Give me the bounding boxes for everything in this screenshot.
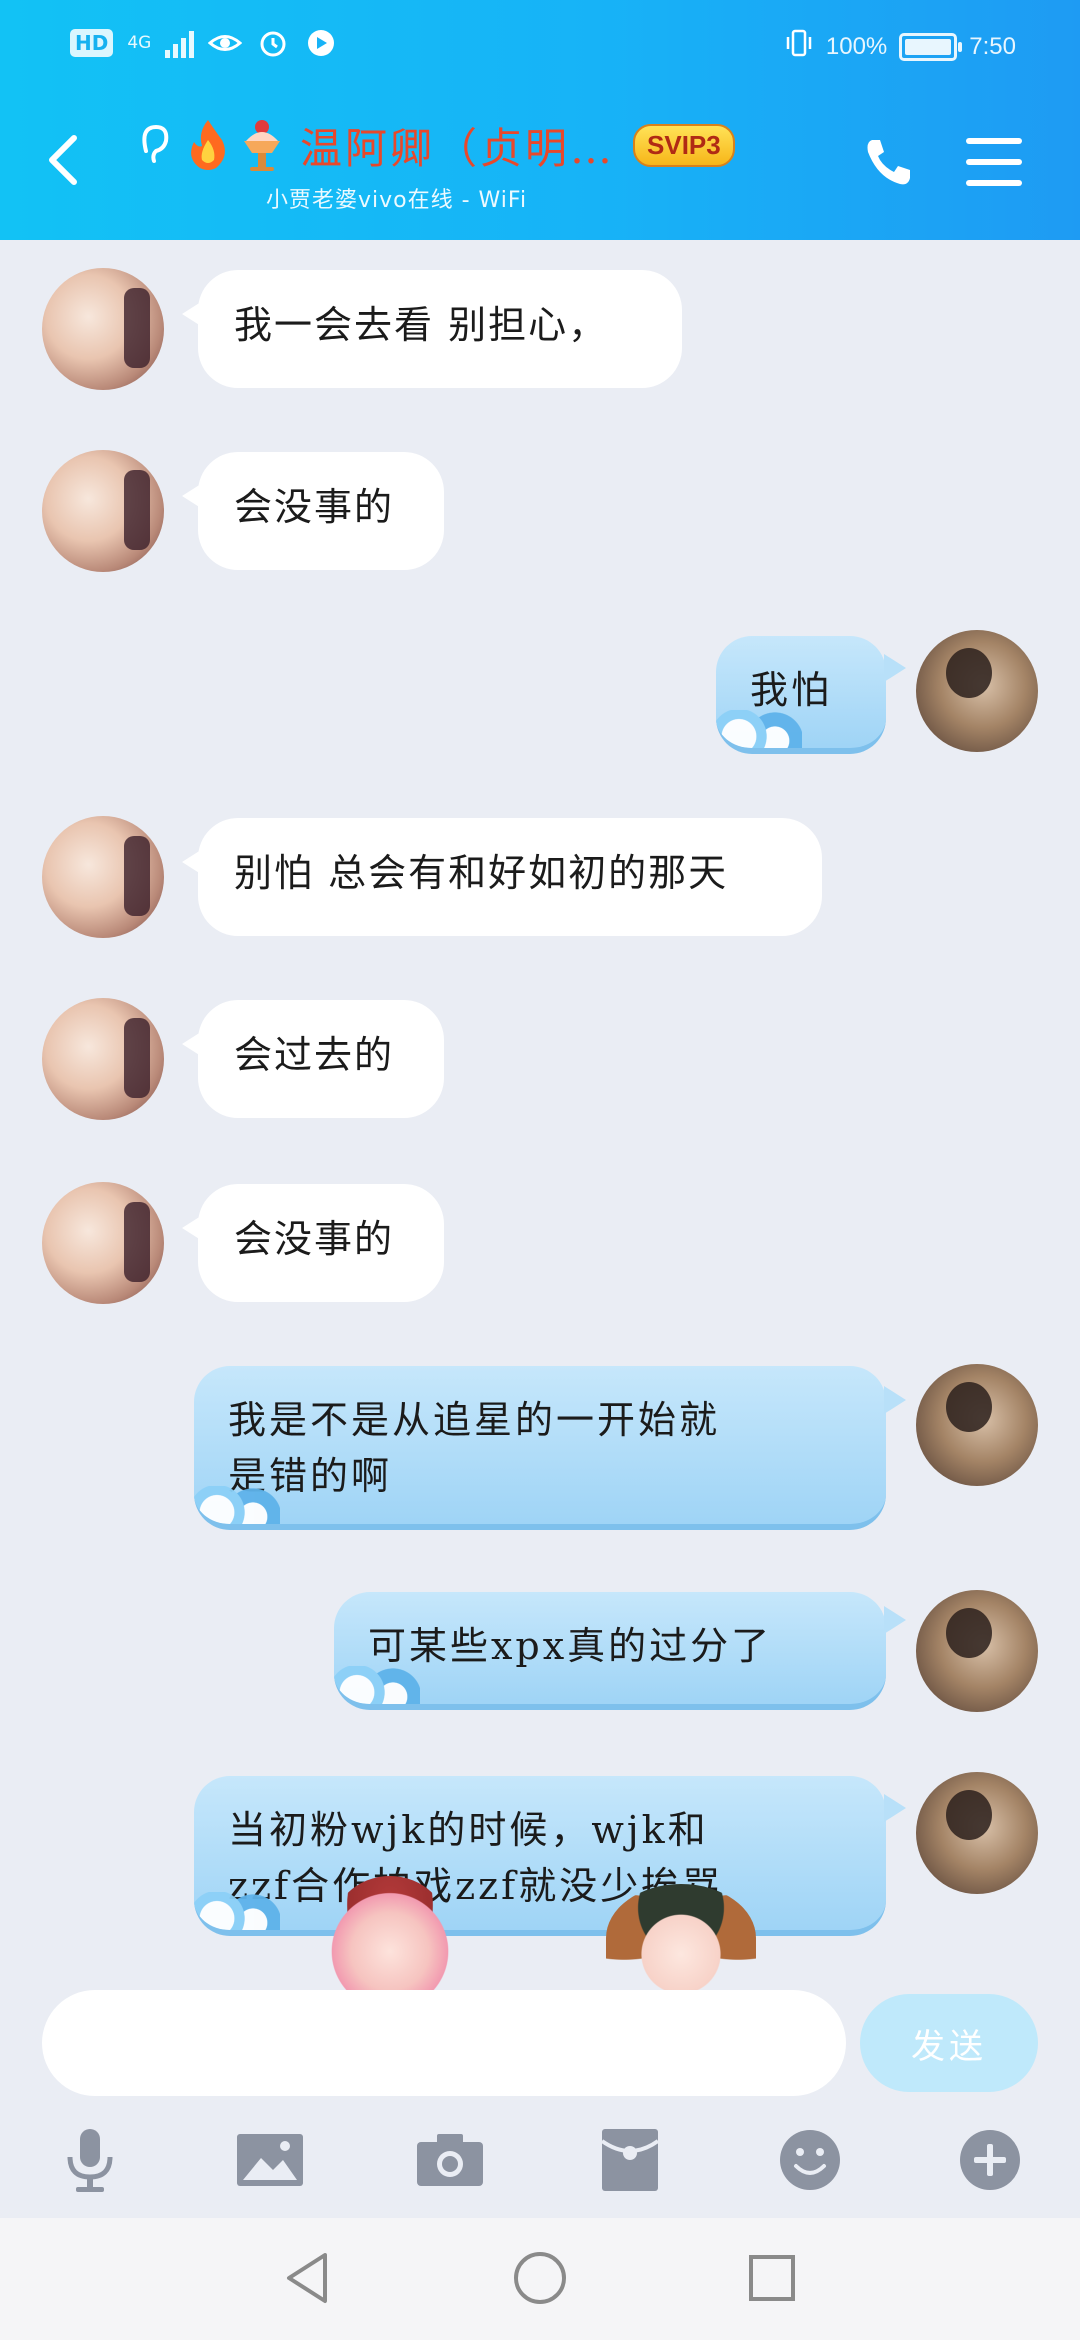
svip-badge: SVIP3 bbox=[633, 123, 735, 167]
triangle-back-icon bbox=[287, 2253, 327, 2303]
status-left: HD 4G bbox=[70, 26, 338, 60]
call-button[interactable] bbox=[860, 134, 916, 190]
chat-title[interactable]: 温阿卿（贞明… SVIP3 小贾老婆vivo在线 - WiFi bbox=[130, 110, 850, 240]
emoji-button[interactable] bbox=[770, 2120, 850, 2200]
signal-icon bbox=[165, 28, 195, 58]
clock-time: 7:50 bbox=[969, 32, 1016, 60]
menu-button[interactable] bbox=[966, 138, 1022, 186]
nav-recents-button[interactable] bbox=[742, 2248, 802, 2308]
message-line: 当初粉wjk的时候，wjk和 bbox=[228, 1808, 709, 1852]
message-input[interactable] bbox=[42, 1990, 846, 2096]
mic-icon bbox=[67, 2129, 113, 2192]
chevron-left-icon bbox=[49, 135, 77, 185]
chat-header: HD 4G 100% 7:50 温阿卿（贞明… SVIP3 小贾老婆vivo在线… bbox=[0, 0, 1080, 240]
message-bubble[interactable]: 当初粉wjk的时候，wjk和 zzf合作拍戏zzf就没少挨骂 bbox=[194, 1776, 886, 1936]
more-button[interactable] bbox=[950, 2120, 1030, 2200]
back-button[interactable] bbox=[40, 130, 88, 190]
camera-icon bbox=[417, 2134, 483, 2186]
girl-sticker bbox=[330, 1876, 450, 1992]
emoji-icon bbox=[780, 2130, 840, 2190]
ear-icon bbox=[130, 117, 178, 173]
message-bubble[interactable]: 会过去的 bbox=[182, 1000, 444, 1118]
gallery-button[interactable] bbox=[230, 2120, 310, 2200]
plus-icon bbox=[960, 2130, 1020, 2190]
send-button[interactable]: 发送 bbox=[860, 1994, 1038, 2092]
camera-button[interactable] bbox=[410, 2120, 490, 2200]
alarm-icon bbox=[256, 26, 290, 60]
voice-button[interactable] bbox=[50, 2120, 130, 2200]
message-bubble[interactable]: 可某些xpx真的过分了 bbox=[334, 1592, 886, 1710]
message-bubble[interactable]: 会没事的 bbox=[182, 452, 444, 570]
battery-icon bbox=[899, 32, 963, 61]
eye-icon bbox=[208, 26, 243, 60]
menu-line bbox=[966, 159, 1022, 165]
contact-avatar[interactable] bbox=[42, 998, 164, 1120]
title-bar: 温阿卿（贞明… SVIP3 小贾老婆vivo在线 - WiFi bbox=[0, 100, 1080, 240]
girl-sticker bbox=[606, 1884, 756, 1992]
contact-avatar[interactable] bbox=[42, 816, 164, 938]
circle-home-icon bbox=[514, 2252, 566, 2304]
red-packet-icon bbox=[600, 2129, 660, 2191]
title-line: 温阿卿（贞明… SVIP3 bbox=[130, 110, 850, 180]
status-right: 100% 7:50 bbox=[784, 28, 1016, 65]
red-packet-button[interactable] bbox=[590, 2120, 670, 2200]
message-bubble[interactable]: 我是不是从追星的一开始就 是错的啊 bbox=[194, 1366, 886, 1530]
online-status: 小贾老婆vivo在线 - WiFi bbox=[266, 188, 528, 213]
menu-line bbox=[966, 138, 1022, 144]
message-bubble[interactable]: 会没事的 bbox=[182, 1184, 444, 1302]
my-avatar[interactable] bbox=[916, 1772, 1038, 1894]
hd-indicator: HD bbox=[70, 29, 114, 57]
status-bar: HD 4G 100% 7:50 bbox=[0, 0, 1080, 90]
fire-icon bbox=[184, 117, 232, 173]
message-bubble[interactable]: 我怕 bbox=[716, 636, 886, 754]
message-line: zzf合作拍戏zzf就没少挨骂 bbox=[228, 1864, 724, 1908]
contact-avatar[interactable] bbox=[42, 450, 164, 572]
phone-icon bbox=[867, 140, 910, 185]
system-navigation-bar bbox=[0, 2218, 1080, 2340]
ice-cream-icon bbox=[238, 117, 286, 173]
message-line: 我是不是从追星的一开始就 bbox=[228, 1398, 721, 1442]
contact-name: 温阿卿（贞明… bbox=[300, 123, 616, 173]
my-avatar[interactable] bbox=[916, 1590, 1038, 1712]
my-avatar[interactable] bbox=[916, 1364, 1038, 1486]
contact-avatar[interactable] bbox=[42, 1182, 164, 1304]
contact-avatar[interactable] bbox=[42, 268, 164, 390]
message-bubble[interactable]: 我一会去看 别担心， bbox=[182, 270, 682, 388]
square-recents-icon bbox=[749, 2255, 795, 2301]
nav-home-button[interactable] bbox=[510, 2248, 570, 2308]
input-toolbar bbox=[0, 2120, 1080, 2210]
message-bubble[interactable]: 别怕 总会有和好如初的那天 bbox=[182, 818, 822, 936]
network-type: 4G bbox=[127, 32, 152, 53]
my-avatar[interactable] bbox=[916, 630, 1038, 752]
input-area: 发送 bbox=[0, 1990, 1080, 2220]
message-line: 是错的啊 bbox=[228, 1454, 393, 1498]
battery-percent: 100% bbox=[825, 32, 888, 60]
menu-line bbox=[966, 180, 1022, 186]
app-notification-icon bbox=[304, 26, 338, 60]
chat-screen: HD 4G 100% 7:50 温阿卿（贞明… SVIP3 小贾老婆vivo在线… bbox=[0, 0, 1080, 2340]
vibrate-icon bbox=[784, 28, 814, 65]
image-icon bbox=[237, 2134, 303, 2186]
nav-back-button[interactable] bbox=[278, 2248, 338, 2308]
